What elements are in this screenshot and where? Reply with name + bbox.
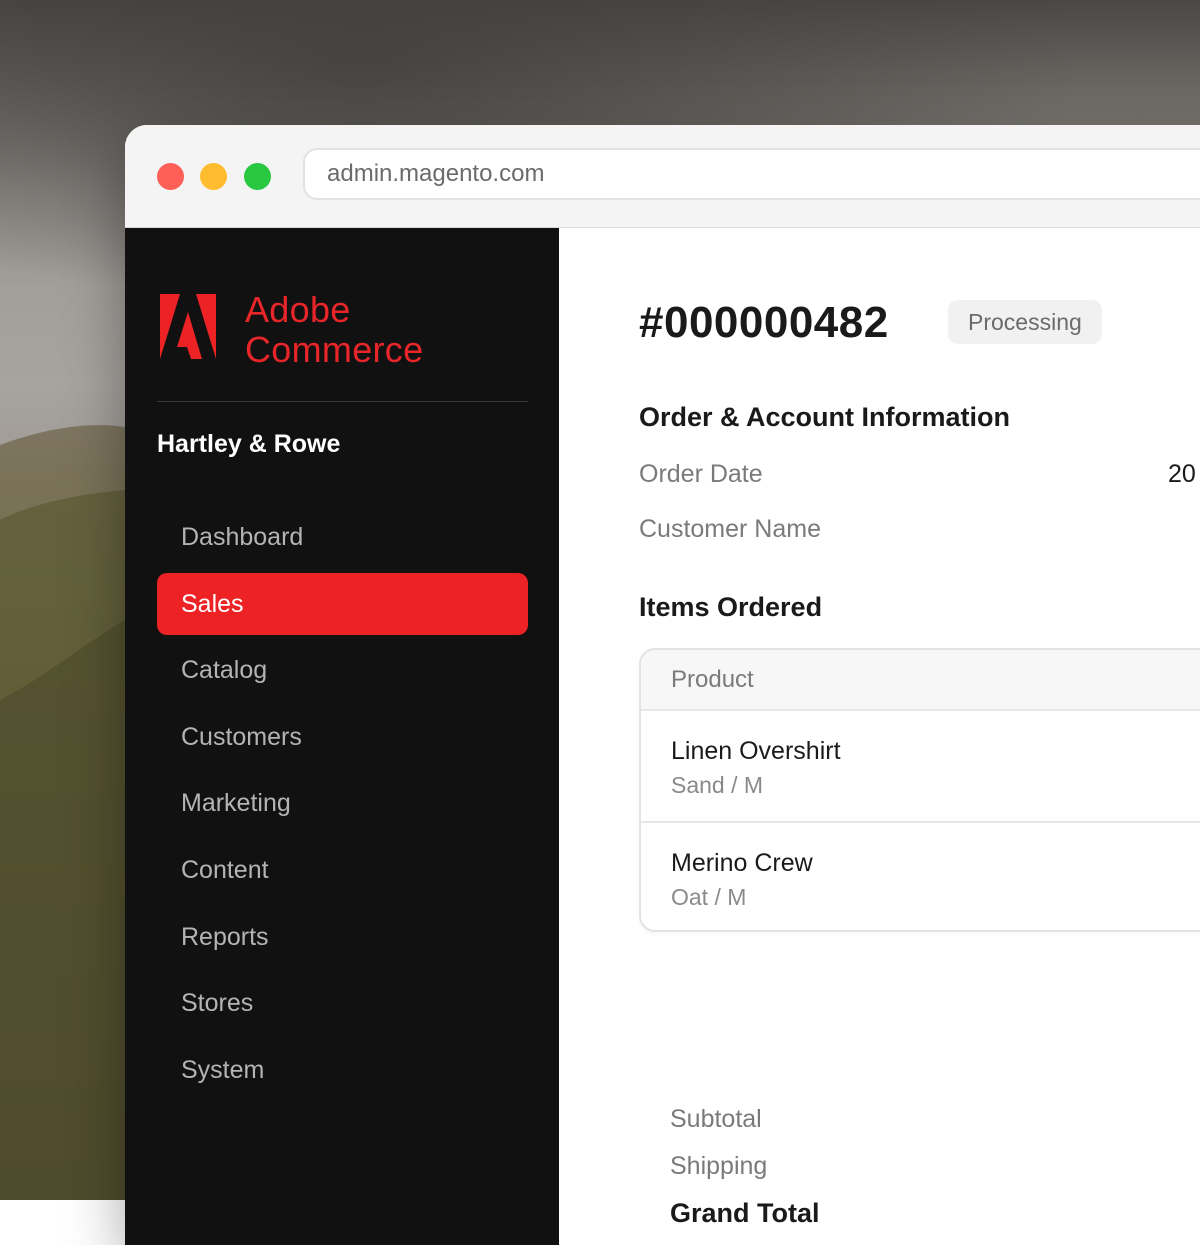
product-name: Linen Overshirt [671,737,841,765]
sidebar-divider [157,401,528,402]
order-number: #000000482 [639,298,889,347]
subtotal-label: Subtotal [670,1105,762,1133]
customer-name-label: Customer Name [639,515,821,543]
brand-name: Adobe Commerce [245,290,423,370]
address-bar[interactable] [303,148,1200,200]
admin-sidebar: Adobe Commerce Hartley & Rowe Dashboard … [125,228,559,1245]
order-date-label: Order Date [639,460,763,488]
sidebar-item-customers[interactable]: Customers [157,706,528,768]
product-variant: Oat / M [671,884,747,910]
grand-total-label: Grand Total [670,1198,820,1228]
status-badge: Processing [948,300,1102,344]
items-table: Product Linen Overshirt Sand / M Merino … [639,648,1200,932]
table-row[interactable]: Linen Overshirt Sand / M [641,711,1200,821]
order-view: #000000482 Processing Order & Account In… [559,228,1200,1245]
product-name: Merino Crew [671,849,813,877]
adobe-logo-icon [160,294,216,359]
browser-titlebar [125,125,1200,228]
order-info-title: Order & Account Information [639,402,1011,432]
sidebar-item-content[interactable]: Content [157,839,528,901]
shipping-label: Shipping [670,1152,768,1180]
sidebar-item-sales[interactable]: Sales [157,572,528,635]
brand-name-line2: Commerce [245,329,424,370]
sidebar-item-dashboard[interactable]: Dashboard [157,506,528,568]
maximize-window-button[interactable] [244,163,271,190]
sidebar-item-system[interactable]: System [157,1039,528,1101]
order-date-value: 20 [1168,460,1196,488]
close-window-button[interactable] [157,163,184,190]
product-variant: Sand / M [671,772,764,798]
sidebar-nav: Dashboard Sales Catalog Customers Market… [157,506,528,1105]
sidebar-item-reports[interactable]: Reports [157,906,528,968]
url-input[interactable] [305,150,1200,198]
store-name: Hartley & Rowe [157,430,341,458]
table-header-product: Product [641,650,1200,711]
brand-name-line1: Adobe [245,289,351,330]
items-ordered-title: Items Ordered [639,592,823,622]
minimize-window-button[interactable] [200,163,227,190]
sidebar-item-catalog[interactable]: Catalog [157,639,528,701]
sidebar-item-stores[interactable]: Stores [157,972,528,1034]
browser-window: Adobe Commerce Hartley & Rowe Dashboard … [125,125,1200,1245]
table-row[interactable]: Merino Crew Oat / M [641,821,1200,930]
sidebar-item-marketing[interactable]: Marketing [157,772,528,834]
